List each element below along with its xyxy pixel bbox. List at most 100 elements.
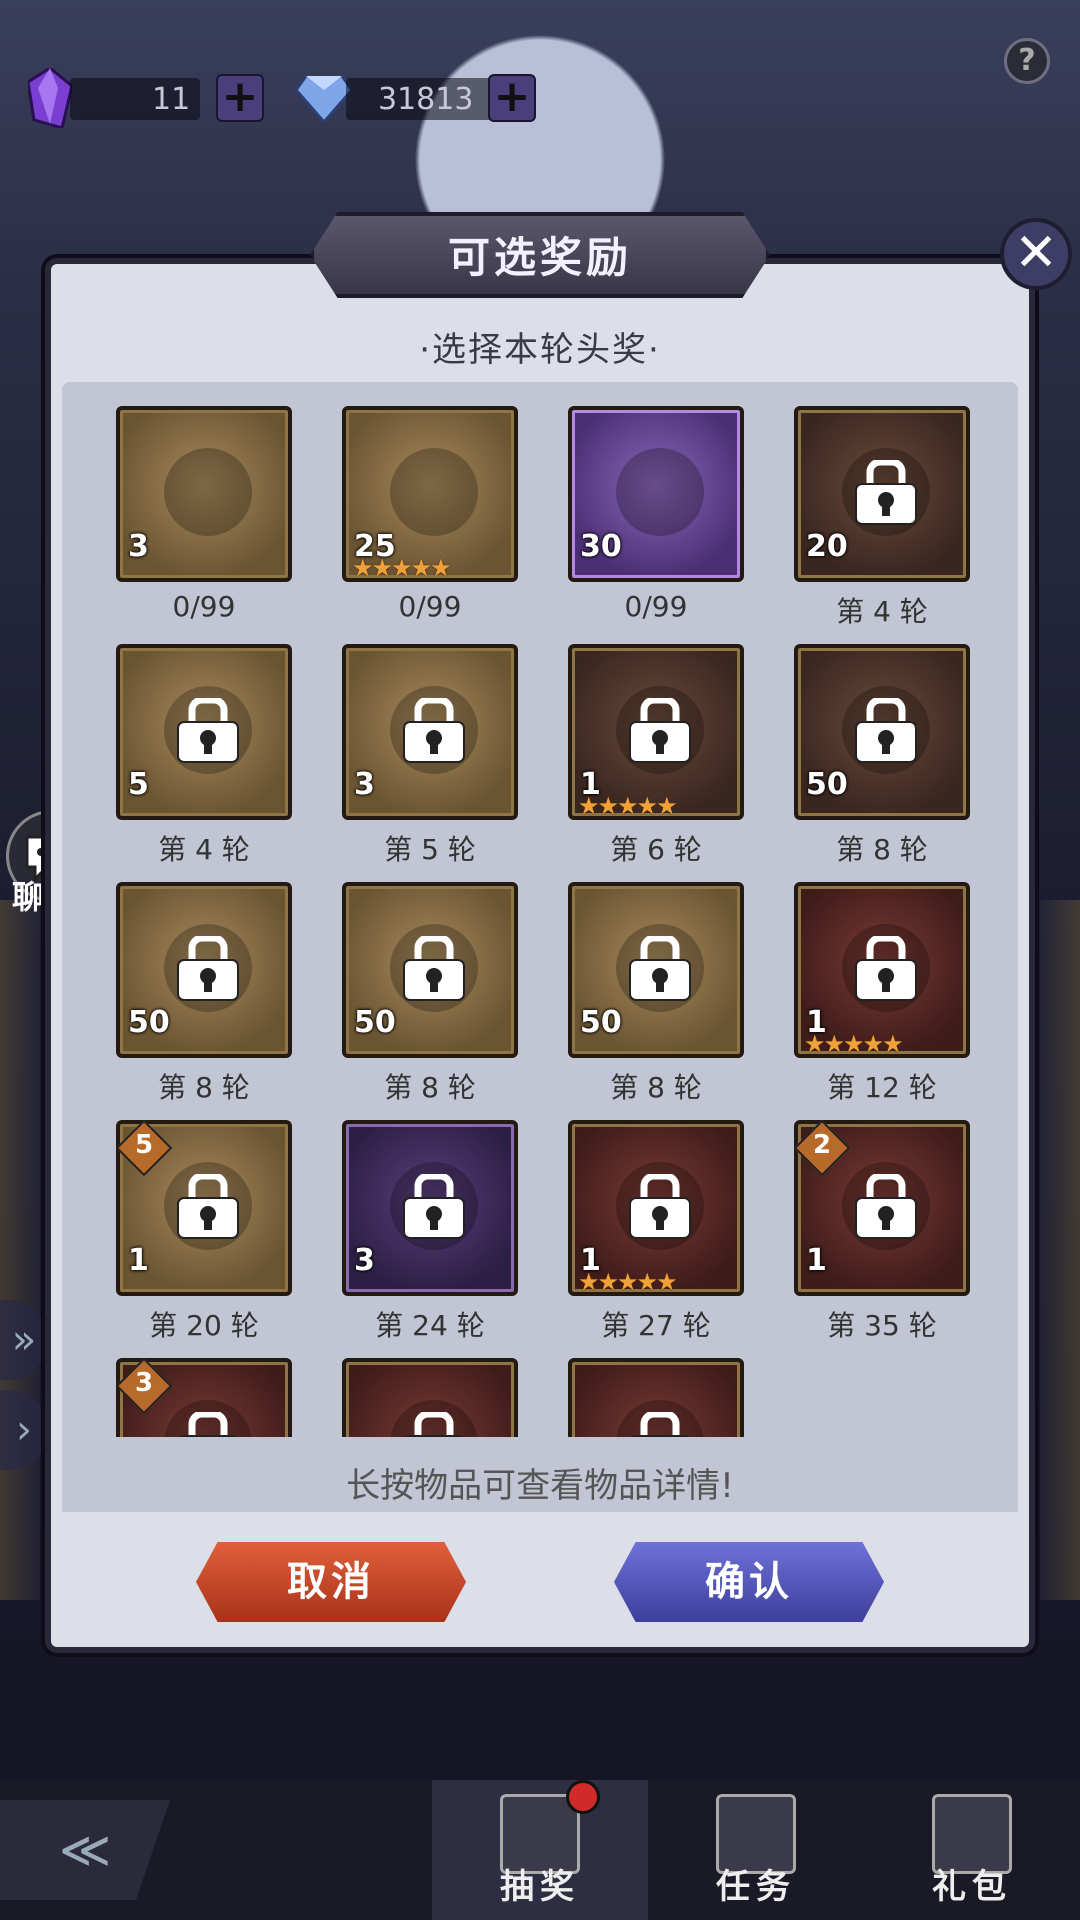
rarity-stars: ★★★★★ [804,1030,904,1058]
lock-icon [852,696,920,764]
reward-item[interactable]: 3 0/99 [116,382,292,623]
reward-quantity: 50 [806,767,848,802]
lock-icon [626,1172,694,1240]
reward-quantity: 50 [354,1005,396,1040]
lock-icon [400,934,468,1002]
reward-item[interactable]: 51第 20 轮 [115,1096,292,1342]
reward-item[interactable]: 30 0/99 [568,382,744,623]
reward-quantity: 1 [806,1243,827,1278]
reward-tile[interactable]: 25 ★★★★★ [342,406,518,582]
nav-tab-label: 抽奖 [500,1867,580,1907]
reward-tile[interactable]: 51 [115,1119,292,1296]
nav-tab-tasks[interactable]: 任务 [648,1780,864,1920]
lock-icon [174,696,242,764]
lock-icon [852,1172,920,1240]
reward-item[interactable]: 50 第 8 轮 [794,620,970,866]
nav-tab-label: 礼包 [932,1867,1012,1907]
reward-item[interactable]: 20 第 4 轮 [794,382,970,628]
reward-tile[interactable]: 3 [116,406,292,582]
rarity-stars: ★★★★★ [578,792,678,820]
reward-tile[interactable]: 50 [568,882,744,1058]
reward-caption: 第 35 轮 [827,1309,937,1342]
reward-quantity: 3 [128,529,149,564]
reward-quantity: 3 [354,767,375,802]
reward-item[interactable] [568,1334,744,1437]
reward-tile[interactable]: 20 [794,406,970,582]
reward-item[interactable]: 1 ★★★★★ 第 12 轮 [794,858,970,1104]
reward-tile[interactable]: 21 [793,1119,970,1296]
reward-item[interactable]: 21第 35 轮 [793,1096,970,1342]
background-panel-left [0,900,40,1600]
reward-item[interactable]: 1 ★★★★★ 第 6 轮 [568,620,744,866]
reward-art-icon [148,432,268,552]
resource-bar: 11 + 31813 + [20,60,1060,140]
reward-item[interactable]: 3 [115,1334,292,1437]
reward-item[interactable]: 3第 24 轮 [342,1096,518,1342]
lock-icon [626,696,694,764]
tier-badge-number: 2 [812,1130,832,1160]
reward-quantity: 1 [128,1243,149,1278]
reward-tile[interactable]: 3 [342,1120,518,1296]
lock-icon [400,1410,468,1437]
crystal-count: 11 [152,82,191,117]
lock-icon [174,934,242,1002]
lock-icon [852,934,920,1002]
reward-caption: 0/99 [624,590,688,623]
modal-subtitle: ·选择本轮头奖· [419,330,661,370]
back-button[interactable]: ≪ [0,1800,170,1900]
nav-tab-label: 任务 [716,1867,796,1907]
nav-tab-gifts[interactable]: 礼包 [864,1780,1080,1920]
reward-tile[interactable]: 50 [116,882,292,1058]
crystal-icon [28,68,72,128]
reward-quantity: 30 [580,529,622,564]
reward-tile[interactable]: 1 ★★★★★ [794,882,970,1058]
notification-dot [566,1780,600,1814]
reward-item[interactable]: 50 第 8 轮 [116,858,292,1104]
lock-icon [400,1172,468,1240]
cancel-button[interactable]: 取消 [196,1542,466,1622]
reward-tile[interactable]: 50 [794,644,970,820]
reward-item[interactable]: 5第 4 轮 [116,620,292,866]
reward-item[interactable]: 50 第 8 轮 [342,858,518,1104]
reward-tile[interactable]: 1 ★★★★★ [568,1120,744,1296]
lock-icon [174,1410,242,1437]
reward-item[interactable]: 3第 5 轮 [342,620,518,866]
nav-tab-draw[interactable]: 抽奖 [432,1780,648,1920]
close-button[interactable]: ✕ [1000,218,1072,290]
reward-tile[interactable]: 3 [115,1357,292,1437]
rarity-stars: ★★★★★ [352,554,452,582]
tier-badge-number: 3 [134,1368,154,1398]
tier-badge-number: 5 [134,1130,154,1160]
diamond-count: 31813 [378,82,474,117]
reward-grid[interactable]: 3 0/99 25 ★★★★★ 0/99 30 0/99 20 第 4 轮5第 4 轮3第 5 … [62,382,1018,1437]
reward-quantity: 3 [354,1243,375,1278]
reward-item[interactable]: 50 第 8 轮 [568,858,744,1104]
reward-quantity: 20 [806,529,848,564]
reward-grid-panel[interactable]: 3 0/99 25 ★★★★★ 0/99 30 0/99 20 第 4 轮5第 4 轮3第 5 … [62,382,1018,1512]
reward-tile[interactable]: 30 [568,406,744,582]
reward-tile[interactable]: 5 [116,644,292,820]
long-press-hint: 长按物品可查看物品详情! [62,1458,1018,1512]
help-button[interactable]: ? [1004,38,1050,84]
reward-quantity: 5 [128,767,149,802]
reward-item[interactable]: 25 ★★★★★ 0/99 [342,382,518,623]
reward-caption: 0/99 [398,590,462,623]
lock-icon [626,934,694,1002]
reward-tile[interactable] [342,1358,518,1437]
reward-quantity: 50 [580,1005,622,1040]
add-crystal-button[interactable]: + [216,74,264,122]
reward-item[interactable] [342,1334,518,1437]
confirm-button[interactable]: 确认 [614,1542,884,1622]
bottom-nav: ≪ 抽奖 任务 礼包 [0,1780,1080,1920]
crystal-counter: 11 [70,78,200,120]
reward-tile[interactable]: 3 [342,644,518,820]
modal-title: 可选奖励 [447,233,632,282]
lock-icon [852,458,920,526]
add-diamond-button[interactable]: + [488,74,536,122]
reward-tile[interactable] [568,1358,744,1437]
reward-tile[interactable]: 50 [342,882,518,1058]
reward-item[interactable]: 1 ★★★★★ 第 27 轮 [568,1096,744,1342]
reward-quantity: 50 [128,1005,170,1040]
reward-caption: 0/99 [172,590,236,623]
reward-tile[interactable]: 1 ★★★★★ [568,644,744,820]
